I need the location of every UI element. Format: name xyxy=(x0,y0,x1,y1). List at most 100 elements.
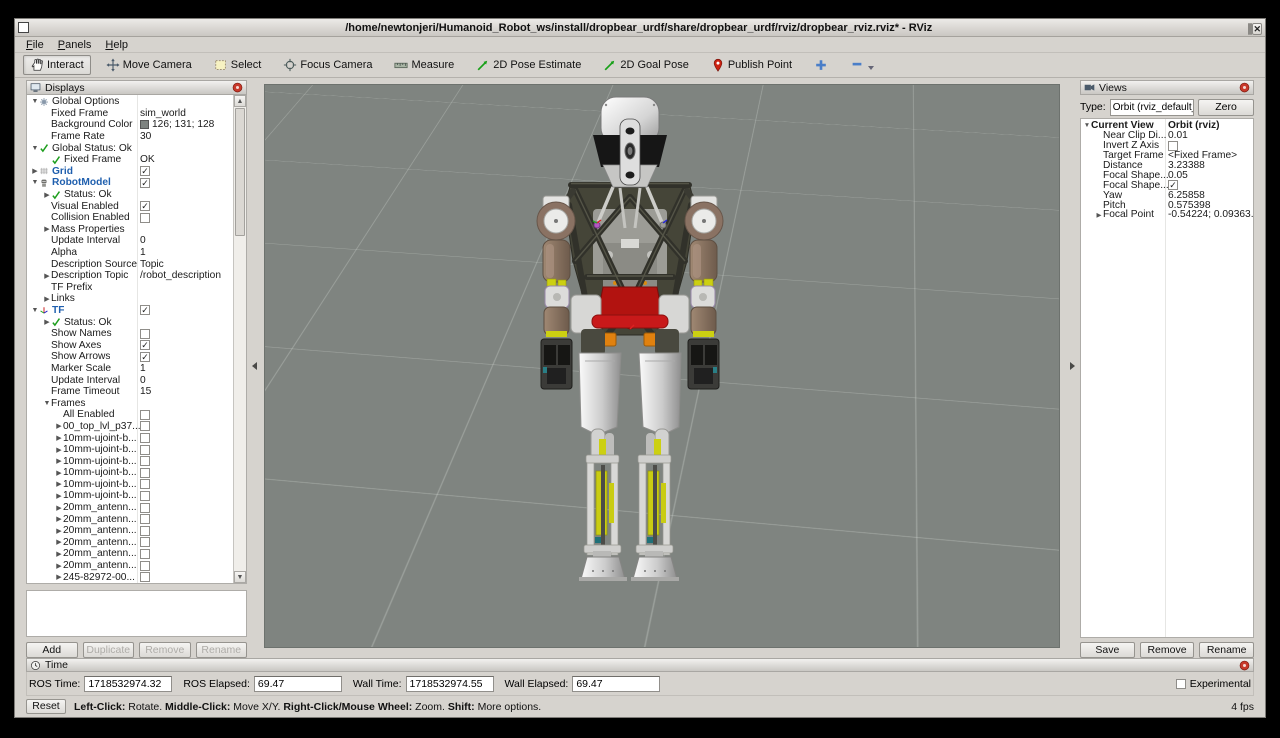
3d-viewport[interactable] xyxy=(264,84,1060,648)
checkbox[interactable] xyxy=(140,213,150,223)
property-value[interactable] xyxy=(140,329,150,339)
views-close-icon[interactable] xyxy=(1239,82,1250,93)
displays-tree-row[interactable]: All Enabled xyxy=(27,409,233,421)
expand-arrow-icon[interactable]: ▼ xyxy=(31,145,39,152)
displays-tree-row[interactable]: ▼Frames xyxy=(27,397,233,409)
property-value[interactable]: ✓ xyxy=(140,166,150,176)
displays-tree-row[interactable]: ▶10mm-ujoint-b... xyxy=(27,444,233,456)
displays-scrollbar[interactable]: ▲ ▼ xyxy=(233,95,246,583)
displays-tree-row[interactable]: ▶Links xyxy=(27,293,233,305)
collapse-arrow-icon[interactable]: ▶ xyxy=(43,318,51,326)
checkbox[interactable] xyxy=(140,329,150,339)
expand-arrow-icon[interactable]: ▼ xyxy=(31,98,39,105)
collapse-arrow-icon[interactable]: ▶ xyxy=(55,434,63,442)
tool-publish-point[interactable]: Publish Point xyxy=(704,55,799,75)
displays-tree-row[interactable]: Show Names xyxy=(27,328,233,340)
displays-tree-row[interactable]: ▶10mm-ujoint-b... xyxy=(27,467,233,479)
scroll-down-icon[interactable]: ▼ xyxy=(234,571,246,583)
collapse-arrow-icon[interactable]: ▶ xyxy=(55,492,63,500)
checkbox[interactable] xyxy=(140,410,150,420)
view-type-select[interactable]: Orbit (rviz_default_p xyxy=(1110,99,1194,116)
displays-tree-row[interactable]: ▶20mm_antenn... xyxy=(27,560,233,572)
displays-tree-row[interactable]: ▼TF✓ xyxy=(27,305,233,317)
collapse-arrow-icon[interactable]: ▶ xyxy=(55,527,63,535)
tool-2d-pose-estimate[interactable]: 2D Pose Estimate xyxy=(469,55,588,75)
displays-tree-row[interactable]: TF Prefix xyxy=(27,282,233,294)
property-value[interactable] xyxy=(140,433,150,443)
displays-tree-row[interactable]: ▶245-82972-00... xyxy=(27,571,233,583)
collapse-arrow-icon[interactable]: ▶ xyxy=(55,515,63,523)
experimental-checkbox[interactable] xyxy=(1176,679,1186,689)
zero-button[interactable]: Zero xyxy=(1198,99,1254,116)
tool-plus-button[interactable] xyxy=(807,55,835,75)
checkbox[interactable] xyxy=(140,421,150,431)
collapse-arrow-icon[interactable]: ▶ xyxy=(55,573,63,581)
collapse-arrow-icon[interactable]: ▶ xyxy=(55,538,63,546)
checkbox[interactable] xyxy=(140,433,150,443)
collapse-right-icon[interactable] xyxy=(1070,362,1075,370)
collapse-arrow-icon[interactable]: ▶ xyxy=(1095,211,1103,219)
displays-add-button[interactable]: Add xyxy=(26,642,78,658)
property-value[interactable] xyxy=(140,410,150,420)
property-value[interactable] xyxy=(140,549,150,559)
property-value[interactable] xyxy=(140,503,150,513)
views-remove-button[interactable]: Remove xyxy=(1140,642,1195,658)
displays-tree-row[interactable]: ▼Global Options xyxy=(27,96,233,108)
displays-tree-row[interactable]: ▶Status: Ok xyxy=(27,189,233,201)
menu-file[interactable]: File xyxy=(19,39,51,51)
displays-tree-row[interactable]: ▶20mm_antenn... xyxy=(27,502,233,514)
property-value[interactable] xyxy=(140,561,150,571)
checkbox[interactable] xyxy=(140,479,150,489)
checkbox[interactable] xyxy=(140,468,150,478)
collapse-arrow-icon[interactable]: ▶ xyxy=(55,469,63,477)
displays-tree-row[interactable]: ▶10mm-ujoint-b... xyxy=(27,455,233,467)
collapse-arrow-icon[interactable]: ▶ xyxy=(43,225,51,233)
property-value[interactable]: ✓ xyxy=(140,178,150,188)
left-splitter[interactable] xyxy=(247,80,264,658)
tool-select[interactable]: Select xyxy=(207,55,269,75)
property-value[interactable] xyxy=(140,526,150,536)
property-value[interactable] xyxy=(140,479,150,489)
collapse-arrow-icon[interactable]: ▶ xyxy=(55,562,63,570)
displays-tree-row[interactable]: ▶20mm_antenn... xyxy=(27,548,233,560)
scroll-up-icon[interactable]: ▲ xyxy=(234,95,246,107)
property-value[interactable] xyxy=(140,468,150,478)
property-value[interactable]: ✓ xyxy=(140,305,150,315)
displays-close-icon[interactable] xyxy=(232,82,243,93)
checkbox[interactable] xyxy=(140,503,150,513)
property-value[interactable] xyxy=(140,456,150,466)
displays-tree-row[interactable]: Fixed Framesim_world xyxy=(27,108,233,120)
property-value[interactable]: ✓ xyxy=(140,340,150,350)
property-value[interactable] xyxy=(140,514,150,524)
displays-tree-row[interactable]: ▶Description Topic/robot_description xyxy=(27,270,233,282)
checkbox[interactable] xyxy=(140,561,150,571)
checkbox[interactable] xyxy=(140,491,150,501)
tool-2d-goal-pose[interactable]: 2D Goal Pose xyxy=(596,55,695,75)
checkbox[interactable]: ✓ xyxy=(140,166,150,176)
collapse-arrow-icon[interactable]: ▶ xyxy=(55,504,63,512)
right-splitter[interactable] xyxy=(1060,80,1080,658)
property-value[interactable] xyxy=(140,572,150,582)
displays-tree-row[interactable]: ▶Grid✓ xyxy=(27,166,233,178)
collapse-arrow-icon[interactable]: ▶ xyxy=(55,550,63,558)
displays-tree-row[interactable]: ▼Global Status: Ok xyxy=(27,142,233,154)
property-value[interactable]: ✓ xyxy=(140,201,150,211)
expand-arrow-icon[interactable]: ▼ xyxy=(43,400,51,407)
displays-tree-row[interactable]: ▶00_top_lvl_p37... xyxy=(27,421,233,433)
reset-button[interactable]: Reset xyxy=(26,699,66,714)
displays-tree-row[interactable]: Visual Enabled✓ xyxy=(27,200,233,212)
tool-interact[interactable]: Interact xyxy=(23,55,91,75)
property-value[interactable] xyxy=(140,491,150,501)
checkbox[interactable]: ✓ xyxy=(140,340,150,350)
collapse-arrow-icon[interactable]: ▶ xyxy=(55,457,63,465)
tool-move-camera[interactable]: Move Camera xyxy=(99,55,199,75)
checkbox[interactable] xyxy=(140,537,150,547)
scroll-thumb[interactable] xyxy=(235,108,245,236)
tool-minus-button[interactable] xyxy=(843,55,881,75)
displays-tree-row[interactable]: ▶Status: Ok xyxy=(27,316,233,328)
checkbox[interactable] xyxy=(140,514,150,524)
property-value[interactable] xyxy=(140,213,150,223)
window-close-button[interactable] xyxy=(1252,23,1262,35)
tool-focus-camera[interactable]: Focus Camera xyxy=(276,55,379,75)
tool-measure[interactable]: Measure xyxy=(387,55,461,75)
